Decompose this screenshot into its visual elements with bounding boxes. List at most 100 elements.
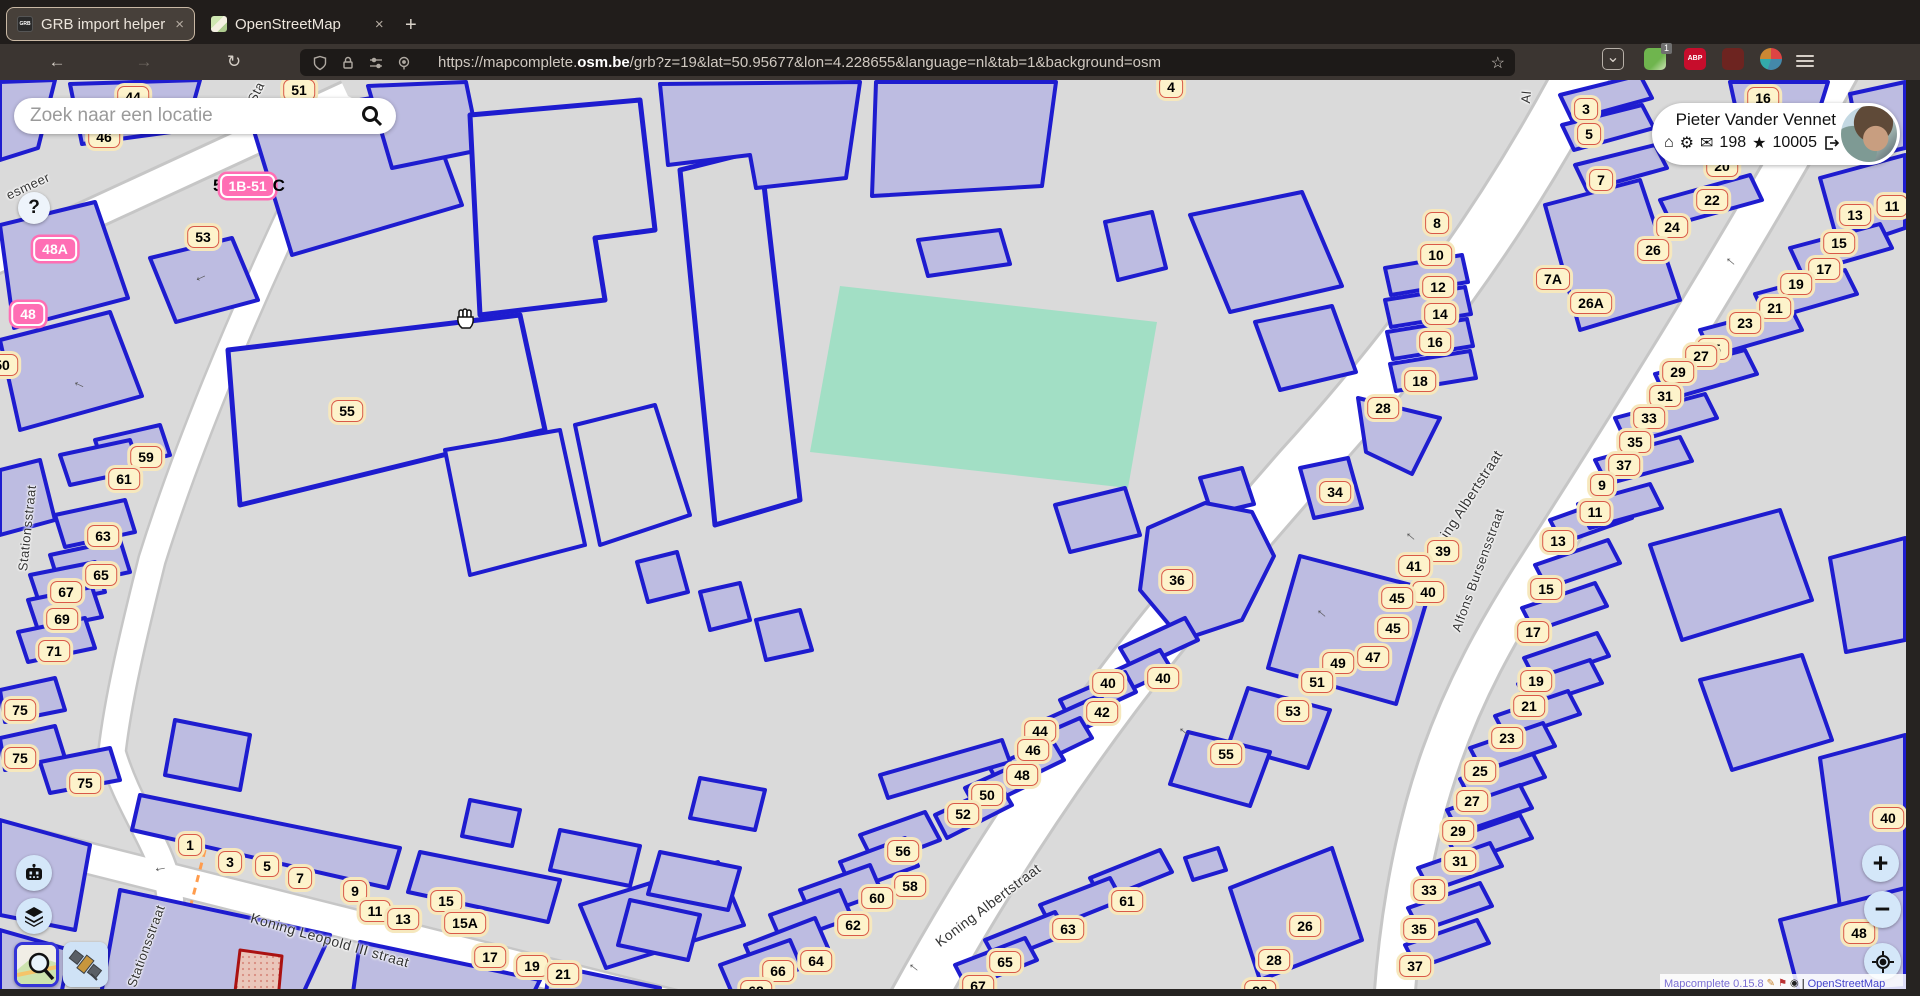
map-canvas[interactable]: [0, 80, 1920, 996]
house-number-badge[interactable]: 26A: [1570, 292, 1612, 314]
house-number-badge[interactable]: 71: [38, 640, 70, 662]
lock-icon[interactable]: [340, 55, 356, 71]
avatar[interactable]: [1841, 106, 1897, 162]
house-number-badge[interactable]: 31: [1444, 850, 1476, 872]
house-number-badge[interactable]: 48: [1006, 764, 1038, 786]
house-number-badge[interactable]: 33: [1633, 407, 1665, 429]
house-number-badge[interactable]: 34: [1319, 481, 1351, 503]
house-number-badge[interactable]: 51: [1301, 671, 1333, 693]
layers-button[interactable]: [16, 898, 52, 934]
flag-icon[interactable]: ⚑: [1778, 978, 1787, 989]
house-number-badge[interactable]: 40: [1412, 581, 1444, 603]
house-number-badge[interactable]: 10: [1420, 244, 1452, 266]
house-number-badge[interactable]: 69: [46, 608, 78, 630]
house-number-badge[interactable]: 55: [1210, 743, 1242, 765]
house-number-badge[interactable]: 63: [87, 525, 119, 547]
house-number-badge[interactable]: 17: [1808, 258, 1840, 280]
house-number-badge[interactable]: 24: [1656, 216, 1688, 238]
new-tab-button[interactable]: +: [405, 14, 417, 37]
house-number-badge[interactable]: 46: [1017, 739, 1049, 761]
house-number-badge[interactable]: 21: [1759, 297, 1791, 319]
house-number-badge[interactable]: 18: [1404, 370, 1436, 392]
house-number-badge[interactable]: 9: [343, 880, 367, 902]
goggles-extension-icon[interactable]: [1760, 48, 1782, 70]
house-number-badge[interactable]: 45: [1377, 617, 1409, 639]
house-number-badge[interactable]: 56: [887, 840, 919, 862]
map-viewport[interactable]: esmeerStaStationsstraatStationsstraatKon…: [0, 80, 1920, 996]
house-number-badge[interactable]: 45: [1381, 587, 1413, 609]
house-number-badge[interactable]: 17: [1517, 621, 1549, 643]
house-number-badge[interactable]: 40: [1147, 667, 1179, 689]
permissions-icon[interactable]: [368, 55, 384, 71]
house-number-badge[interactable]: 60: [861, 887, 893, 909]
house-number-badge[interactable]: 15: [1530, 578, 1562, 600]
mail-icon[interactable]: ✉: [1700, 133, 1713, 153]
menu-icon[interactable]: [1796, 52, 1814, 70]
house-number-badge[interactable]: 40: [1092, 672, 1124, 694]
house-number-badge[interactable]: 35: [1619, 431, 1651, 453]
tab-close-icon[interactable]: ×: [375, 16, 384, 33]
house-number-badge[interactable]: 75: [4, 747, 36, 769]
house-number-badge[interactable]: 15A: [444, 912, 486, 934]
house-number-badge[interactable]: 55: [331, 400, 363, 422]
house-number-badge[interactable]: 39: [1427, 540, 1459, 562]
house-number-badge[interactable]: 28: [1258, 949, 1290, 971]
gear-icon[interactable]: ⚙: [1680, 133, 1694, 153]
tab-openstreetmap[interactable]: OpenStreetMap ×: [201, 7, 391, 41]
house-number-badge[interactable]: 8: [1425, 212, 1449, 234]
house-number-badge[interactable]: 48: [11, 302, 45, 326]
house-number-badge[interactable]: 65: [989, 951, 1021, 973]
house-number-badge[interactable]: 47: [1357, 646, 1389, 668]
house-number-badge[interactable]: 15: [430, 890, 462, 912]
house-number-badge[interactable]: 22: [1696, 189, 1728, 211]
house-number-badge[interactable]: 13: [1542, 530, 1574, 552]
house-number-badge[interactable]: 19: [516, 955, 548, 977]
house-number-badge[interactable]: 23: [1729, 312, 1761, 334]
house-number-badge[interactable]: 51B-51C: [213, 174, 285, 198]
background-osm-button[interactable]: [14, 942, 59, 987]
house-number-badge[interactable]: 65: [85, 564, 117, 586]
house-number-badge[interactable]: 35: [1403, 918, 1435, 940]
bookmark-star-icon[interactable]: ☆: [1491, 53, 1505, 73]
zoom-out-button[interactable]: −: [1864, 891, 1901, 928]
house-number-badge[interactable]: 13: [1839, 204, 1871, 226]
house-number-badge[interactable]: 4: [1159, 80, 1183, 98]
house-number-badge[interactable]: 3: [1574, 98, 1598, 120]
house-number-badge[interactable]: 12: [1422, 276, 1454, 298]
house-number-badge[interactable]: 5: [255, 855, 279, 877]
house-number-badge[interactable]: 7: [288, 867, 312, 889]
house-number-badge[interactable]: 26: [1637, 239, 1669, 261]
house-number-badge[interactable]: 40: [1872, 807, 1904, 829]
house-number-badge[interactable]: 3: [218, 851, 242, 873]
house-number-badge[interactable]: 48: [1843, 922, 1875, 944]
house-number-badge[interactable]: 5: [1577, 123, 1601, 145]
pocket-extension-icon[interactable]: ⌄: [1602, 48, 1624, 70]
search-input[interactable]: [30, 105, 360, 127]
house-number-badge[interactable]: 15: [1823, 232, 1855, 254]
house-number-badge[interactable]: 61: [108, 468, 140, 490]
house-number-badge[interactable]: 7: [1589, 169, 1613, 191]
forward-button[interactable]: →: [129, 52, 159, 72]
house-number-badge[interactable]: 67: [50, 581, 82, 603]
house-number-badge[interactable]: 14: [1424, 303, 1456, 325]
house-number-badge[interactable]: 42: [1086, 701, 1118, 723]
user-panel[interactable]: Pieter Vander Vennet ⌂ ⚙ ✉ 198 ★ 10005: [1652, 103, 1900, 165]
shield-icon[interactable]: [312, 55, 328, 71]
adblock-extension-icon[interactable]: ABP: [1684, 48, 1706, 70]
house-number-badge[interactable]: 28: [1367, 397, 1399, 419]
house-number-badge[interactable]: 21: [547, 963, 579, 985]
house-number-badge[interactable]: 25: [1464, 760, 1496, 782]
reload-button[interactable]: ↻: [219, 52, 249, 72]
house-number-badge[interactable]: 52: [947, 803, 979, 825]
house-number-badge[interactable]: 66: [762, 960, 794, 982]
house-number-badge[interactable]: 29: [1662, 361, 1694, 383]
mapcomplete-version[interactable]: Mapcomplete 0.15.8: [1664, 978, 1764, 990]
house-number-badge[interactable]: 53: [187, 226, 219, 248]
house-number-badge[interactable]: 7A: [1536, 268, 1570, 290]
tab-grb-import-helper[interactable]: GRB GRB import helper ×: [6, 7, 195, 41]
house-number-badge[interactable]: 19: [1780, 273, 1812, 295]
house-number-badge[interactable]: 75: [4, 699, 36, 721]
house-number-badge[interactable]: 61: [1111, 890, 1143, 912]
house-number-badge[interactable]: 53: [1277, 700, 1309, 722]
house-number-badge[interactable]: 59: [130, 446, 162, 468]
